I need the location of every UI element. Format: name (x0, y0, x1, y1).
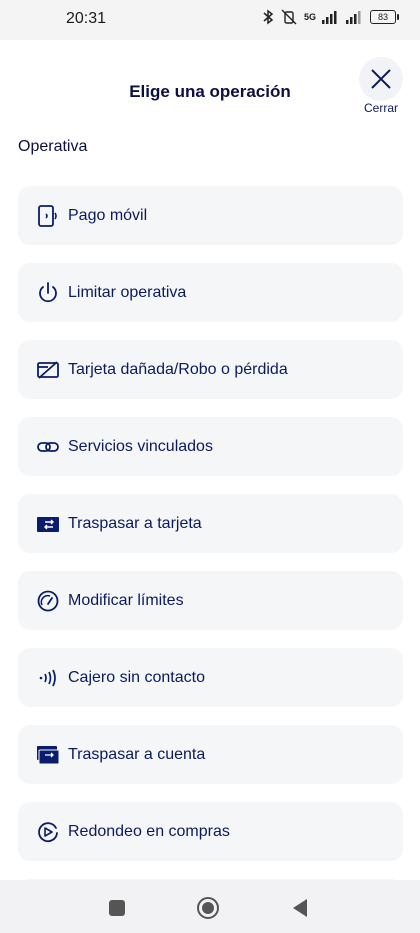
list-item-label: Modificar límites (68, 591, 184, 609)
list-item-modificar-limites[interactable]: Modificar límites (18, 571, 403, 630)
list-item-label: Servicios vinculados (68, 437, 213, 455)
bluetooth-icon (263, 9, 274, 25)
signal-icon-2 (346, 11, 361, 24)
transfer-to-account-icon (36, 743, 60, 767)
contactless-icon (36, 666, 60, 690)
card-crossed-icon (36, 358, 60, 382)
list-item-tarjeta-danada[interactable]: Tarjeta dañada/Robo o pérdida (18, 340, 403, 399)
network-type: 5G (303, 12, 316, 22)
list-item-label: Traspasar a tarjeta (68, 514, 202, 532)
header: Elige una operación (0, 40, 420, 140)
gauge-icon (36, 589, 60, 613)
square-icon (109, 900, 125, 916)
muted-vibrate-icon (281, 9, 297, 25)
power-icon (36, 281, 60, 305)
phone-contactless-icon (36, 204, 60, 228)
status-icons: 5G 83 (262, 9, 399, 25)
list-item-label: Traspasar a cuenta (68, 745, 206, 763)
recents-button[interactable] (105, 896, 129, 920)
list-item-label: Cajero sin contacto (68, 668, 205, 686)
list-item-traspasar-cuenta[interactable]: Traspasar a cuenta (18, 725, 403, 784)
back-button[interactable] (288, 896, 312, 920)
list-item-label: Pago móvil (68, 206, 148, 224)
list-item-cajero-sin-contacto[interactable]: Cajero sin contacto (18, 648, 403, 707)
back-triangle-icon (293, 899, 307, 917)
list-item-label: Redondeo en compras (68, 822, 230, 840)
status-time: 20:31 (66, 10, 107, 27)
close-button[interactable] (359, 57, 403, 101)
transfer-to-card-icon (36, 512, 60, 536)
section-title: Operativa (18, 138, 88, 155)
home-circle-icon (197, 897, 219, 919)
list-item-label: Tarjeta dañada/Robo o pérdida (68, 360, 288, 378)
close-icon (371, 69, 391, 89)
page-title: Elige una operación (129, 82, 291, 101)
list-item-pago-movil[interactable]: Pago móvil (18, 186, 403, 245)
list-item-traspasar-tarjeta[interactable]: Traspasar a tarjeta (18, 494, 403, 553)
system-nav-bar (0, 880, 420, 933)
list-item-limitar-operativa[interactable]: Limitar operativa (18, 263, 403, 322)
roundup-icon (36, 820, 60, 844)
list-item-redondeo-compras[interactable]: Redondeo en compras (18, 802, 403, 861)
battery-icon: 83 (370, 10, 399, 24)
status-bar: 20:31 5G 83 (0, 0, 420, 40)
home-button[interactable] (196, 896, 220, 920)
signal-icon (322, 11, 337, 24)
list-item-label: Limitar operativa (68, 283, 187, 301)
list-item-servicios-vinculados[interactable]: Servicios vinculados (18, 417, 403, 476)
link-icon (36, 435, 60, 459)
close-label[interactable]: Cerrar (352, 101, 410, 115)
